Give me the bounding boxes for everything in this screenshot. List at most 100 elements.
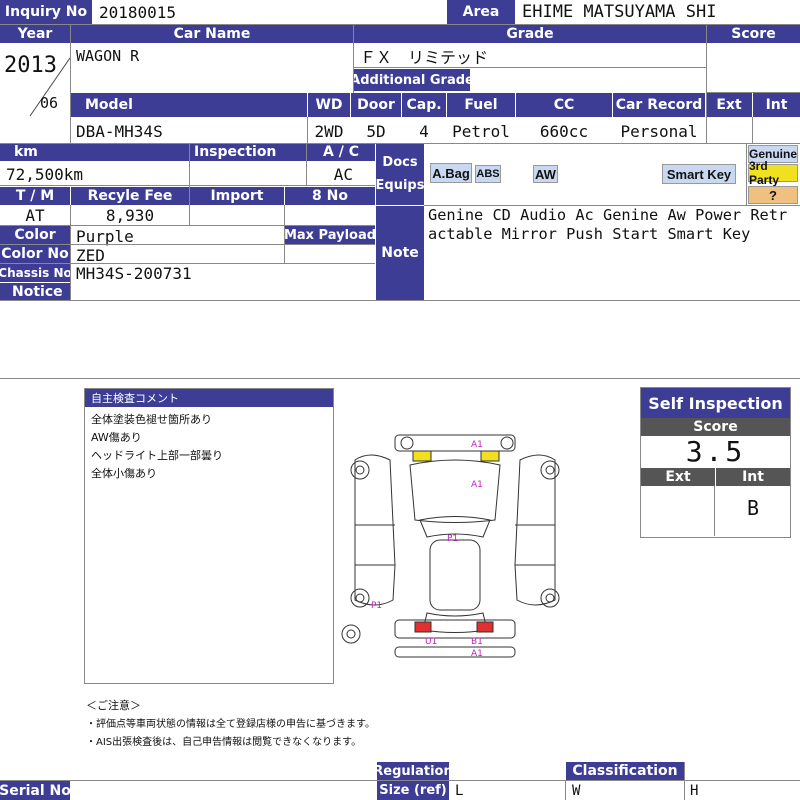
grid-line: [746, 143, 747, 205]
classification-label: Classification: [566, 762, 684, 780]
year-label: Year: [0, 24, 70, 43]
comments-list: 全体塗装色褪せ箇所あり AW傷あり ヘッドライト上部一部曇り 全体小傷あり: [85, 407, 333, 487]
car-damage-diagram: A1 A1 P1 P1 U1 B1 A1: [341, 434, 560, 659]
fuel-value: Petrol: [452, 121, 510, 141]
recycle-fee-label: Recyle Fee: [71, 187, 189, 205]
color-label: Color: [0, 226, 70, 244]
grid-line: [707, 92, 800, 93]
int-label: Int: [753, 93, 800, 117]
ac-label: A / C: [307, 143, 375, 161]
chassis-no-value: MH34S-200731: [76, 263, 192, 283]
ac-value: AC: [333, 164, 353, 184]
unknown-badge: ?: [748, 186, 798, 204]
mark-roof: P1: [447, 534, 458, 544]
fuel-label: Fuel: [447, 93, 515, 117]
grid-line: [0, 300, 800, 301]
serial-no-label: Serial No: [0, 781, 70, 800]
km-value: 72,500km: [6, 164, 84, 184]
size-h-value: H: [690, 782, 699, 799]
grade-value: ＦＸ リミテッド: [360, 48, 489, 67]
tm-value: AT: [25, 205, 45, 225]
self-inspection-int-value: B: [746, 496, 760, 520]
inspection-label: Inspection: [190, 143, 306, 161]
area-label: Area: [447, 0, 515, 24]
grid-line: [353, 24, 354, 93]
comments-title: 自主検査コメント: [85, 389, 333, 407]
grid-line: [565, 781, 566, 800]
self-inspection-ext-value: [641, 486, 715, 536]
docs-label: Docs: [382, 155, 418, 170]
color-value: Purple: [76, 226, 134, 246]
self-inspection-int-label: Int: [716, 468, 790, 486]
mark-tail-right: B1: [471, 637, 483, 647]
model-value: DBA-MH34S: [76, 121, 163, 141]
model-label: Model: [71, 93, 307, 117]
car-name-value: WAGON R: [76, 47, 140, 65]
self-inspection-title: Self Inspection: [641, 388, 790, 418]
self-inspection-score-value: 3.5: [685, 435, 746, 468]
tm-label: T / M: [0, 187, 70, 205]
cc-label: CC: [516, 93, 612, 117]
no8-label: 8 No: [285, 187, 375, 205]
mark-tail-left: U1: [425, 637, 437, 647]
grid-line: [354, 67, 706, 68]
grid-line: [284, 205, 285, 263]
comment-line: 全体小傷あり: [91, 467, 157, 480]
import-label: Import: [190, 187, 284, 205]
self-inspection-box: Self Inspection Score 3.5 Ext Int B: [640, 387, 791, 538]
docs-equips-label-box: Docs Equips: [376, 143, 424, 205]
inquiry-no-value: 20180015: [99, 2, 177, 22]
smart-key-badge: Smart Key: [662, 164, 736, 184]
grid-line: [684, 762, 685, 800]
caution-line-1: ・評価点等車両状態の情報は全て登録店様の申告に基づきます。: [86, 719, 375, 730]
cap-value: 4: [419, 121, 429, 141]
size-l-value: L: [455, 782, 464, 799]
color-no-value: ZED: [76, 245, 105, 265]
grid-line: [706, 24, 707, 143]
notice-label: Notice: [0, 283, 70, 300]
comment-line: 全体塗装色褪せ箇所あり: [91, 413, 212, 426]
self-inspection-score-label: Score: [641, 418, 790, 436]
grid-line: [70, 24, 71, 143]
equips-label: Equips: [376, 178, 424, 193]
door-value: 5D: [366, 121, 386, 141]
cc-value: 660cc: [539, 121, 589, 141]
km-label: km: [0, 143, 189, 161]
grid-line: [0, 244, 375, 245]
max-payload-label: Max Payload: [285, 226, 375, 244]
car-record-value: Personal: [620, 121, 698, 141]
comments-box: 自主検査コメント 全体塗装色褪せ箇所あり AW傷あり ヘッドライト上部一部曇り …: [84, 388, 334, 684]
note-value: Genine CD Audio Ac Genine Aw Power Retra…: [428, 206, 788, 243]
month-value: 06: [40, 94, 59, 112]
car-name-label: Car Name: [71, 24, 353, 43]
mark-hood: A1: [471, 480, 483, 490]
ext-label: Ext: [706, 93, 752, 117]
abs-badge: ABS: [475, 165, 501, 183]
grid-line: [306, 143, 307, 185]
note-label: Note: [376, 206, 424, 300]
regulation-label: Regulation: [377, 762, 449, 780]
caution-line-2: ・AIS出張検査後は、自己申告情報は閲覧できなくなります。: [86, 737, 362, 748]
cap-label: Cap.: [402, 93, 446, 117]
car-record-label: Car Record: [613, 93, 705, 117]
grid-line: [0, 143, 800, 144]
wd-label: WD: [308, 93, 350, 117]
grid-line: [0, 225, 375, 226]
self-inspection-ext-label: Ext: [641, 468, 715, 486]
additional-grade-label: Additional Grade: [354, 69, 470, 91]
grade-label: Grade: [354, 24, 706, 43]
inquiry-no-label: Inquiry No: [0, 0, 92, 24]
chassis-no-label: Chassis No: [0, 264, 70, 282]
area-value: EHIME MATSUYAMA SHI: [522, 2, 717, 22]
grid-line: [0, 378, 800, 379]
recycle-fee-value: 8,930: [105, 205, 155, 225]
grid-line: [0, 24, 800, 25]
aw-badge: AW: [533, 165, 558, 183]
size-w-value: W: [572, 782, 581, 799]
mark-front-bumper: A1: [471, 440, 483, 450]
grid-line: [307, 117, 308, 143]
wd-value: 2WD: [314, 121, 344, 141]
score-label: Score: [707, 24, 800, 43]
grid-line: [752, 117, 753, 143]
abag-badge: A.Bag: [430, 163, 472, 183]
